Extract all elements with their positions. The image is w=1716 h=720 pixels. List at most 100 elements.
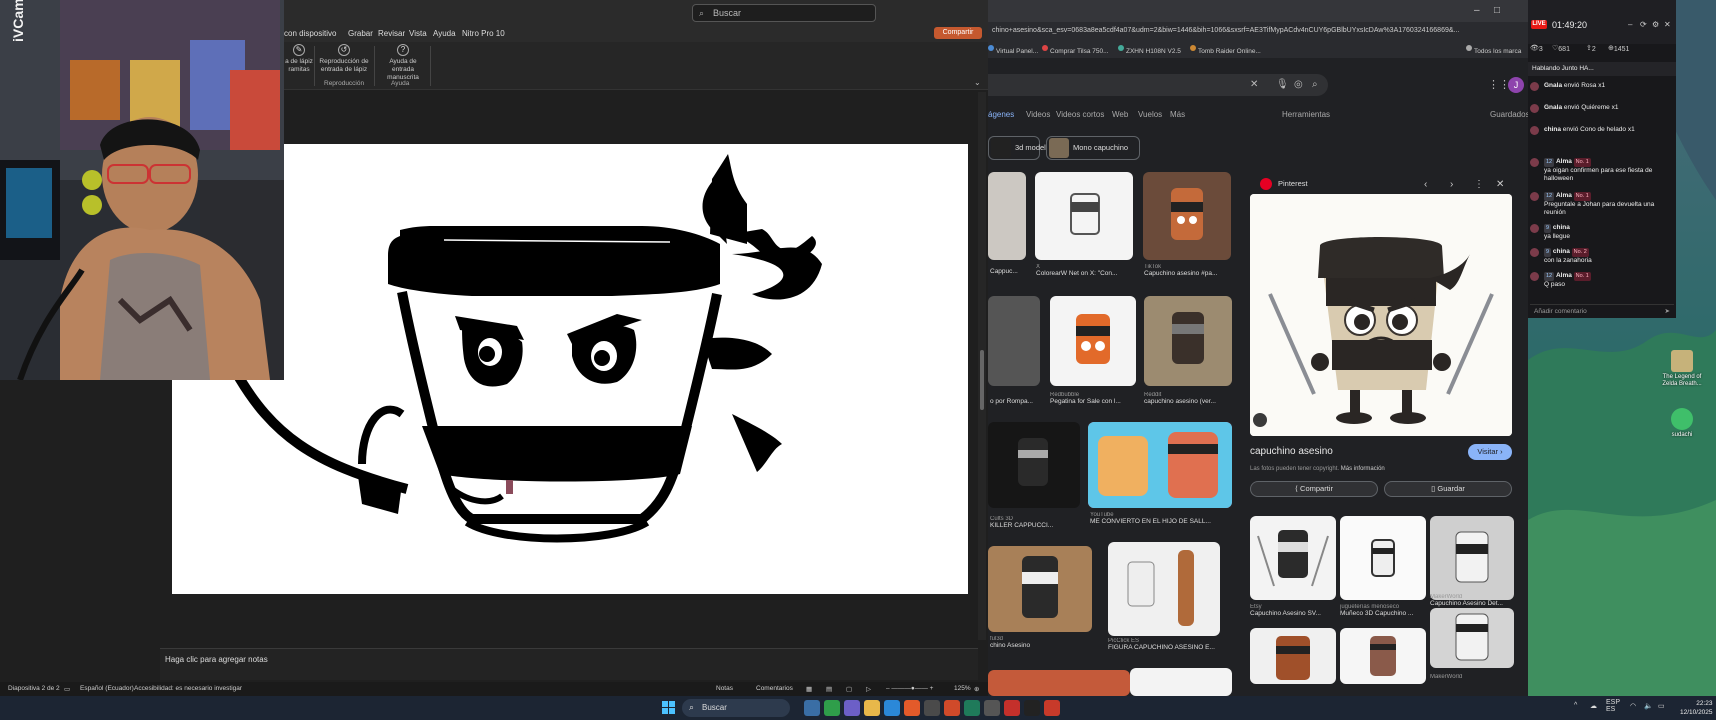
result-caption[interactable]: Redbubble Pegatina for Sale con l... xyxy=(1050,392,1136,405)
chip-mono-capuchino[interactable]: Mono capuchino xyxy=(1046,136,1140,160)
profile-avatar[interactable]: J xyxy=(1508,77,1524,93)
bookmark-item[interactable]: Todos los marca xyxy=(1466,45,1521,55)
preview-image[interactable] xyxy=(1250,194,1512,436)
bookmark-item[interactable]: ZXHN H108N V2.5 xyxy=(1118,45,1181,55)
send-icon[interactable]: ➤ xyxy=(1665,307,1670,315)
chat-username[interactable]: Gnala xyxy=(1544,104,1562,111)
save-button[interactable]: ▯ Guardar xyxy=(1384,481,1512,497)
close-icon[interactable]: ✕ xyxy=(1496,179,1504,190)
related-caption[interactable]: MakerWorld Capuchino Asesino Det... xyxy=(1430,594,1514,607)
related-caption[interactable]: Etsy Capuchino Asesino SV... xyxy=(1250,604,1336,617)
chat-pinned-message[interactable]: Hablando Junto HA... xyxy=(1528,62,1676,76)
normal-view-icon[interactable]: ▦ xyxy=(806,685,812,693)
result-caption[interactable]: TikTok Capuchino asesino #pa... xyxy=(1144,264,1232,277)
result-image[interactable] xyxy=(988,670,1130,696)
tab-videos[interactable]: Videos xyxy=(1026,110,1050,119)
minimize-icon[interactable]: – xyxy=(1628,20,1632,29)
address-bar[interactable]: chino+asesino&sca_esv=0683a8ea5cdf4a07&u… xyxy=(988,22,1528,42)
related-image[interactable] xyxy=(1430,608,1514,668)
desktop-icon-sudachi[interactable]: sudachi xyxy=(1662,408,1702,439)
tools-button[interactable]: Herramientas xyxy=(1282,110,1330,119)
language-status[interactable]: Español (Ecuador) xyxy=(80,685,134,692)
related-image[interactable] xyxy=(1250,628,1336,684)
zoom-slider[interactable]: – ———●—— + xyxy=(886,685,933,692)
notes-pane[interactable]: Haga clic para agregar notas xyxy=(160,648,978,680)
result-image[interactable] xyxy=(1050,296,1136,386)
more-options-icon[interactable]: ⋮ xyxy=(1474,179,1484,190)
office-icon[interactable] xyxy=(904,700,920,716)
chat-username[interactable]: Alma xyxy=(1556,272,1572,279)
language-indicator[interactable]: ESP ES xyxy=(1606,699,1620,713)
related-image[interactable] xyxy=(1340,628,1426,684)
whatsapp-icon[interactable] xyxy=(824,700,840,716)
related-caption[interactable]: MakerWorld xyxy=(1430,674,1514,680)
tray-chevron-icon[interactable]: ^ xyxy=(1574,702,1577,709)
tab-web[interactable]: Web xyxy=(1112,110,1128,119)
related-caption[interactable]: jugueterías menoseco Muñeco 3D Capuchino … xyxy=(1340,604,1426,617)
chevron-right-icon[interactable]: › xyxy=(1450,179,1453,190)
menu-item-nitro[interactable]: Nitro Pro 10 xyxy=(462,29,505,38)
chat-username[interactable]: china xyxy=(1553,248,1570,255)
chat-username[interactable]: Alma xyxy=(1556,158,1572,165)
slide-canvas[interactable] xyxy=(172,134,968,594)
ribbon-ink-replay[interactable]: ↺ Reproducción de entrada de lápiz xyxy=(318,44,370,74)
task-view-icon[interactable] xyxy=(804,700,820,716)
volume-icon[interactable]: 🔈 xyxy=(1644,702,1653,710)
menu-item-dispositivo[interactable]: con dispositivo xyxy=(284,29,336,38)
teams-icon[interactable] xyxy=(844,700,860,716)
app-icon[interactable] xyxy=(984,700,1000,716)
tab-images[interactable]: ágenes xyxy=(988,110,1014,119)
google-search-box[interactable]: ✕ 🎙 ◎ ⌕ xyxy=(988,74,1328,96)
chevron-left-icon[interactable]: ‹ xyxy=(1424,179,1427,190)
saved-button[interactable]: Guardados xyxy=(1490,110,1530,119)
preview-title[interactable]: capuchino asesino xyxy=(1250,446,1333,457)
result-caption[interactable]: X ColorearW Net on X: "Con... xyxy=(1036,264,1134,277)
vertical-scrollbar[interactable] xyxy=(978,92,986,640)
slide-sorter-icon[interactable]: ▤ xyxy=(826,685,832,693)
result-image[interactable] xyxy=(988,172,1026,260)
spellcheck-icon[interactable]: ▭ xyxy=(64,685,70,693)
powerpoint-icon[interactable] xyxy=(1004,700,1020,716)
menu-item-vista[interactable]: Vista xyxy=(409,29,427,38)
result-image[interactable] xyxy=(1108,542,1220,636)
chat-username[interactable]: Gnala xyxy=(1544,82,1562,89)
search-icon[interactable]: ⌕ xyxy=(1312,79,1318,90)
share-button[interactable]: Compartir xyxy=(934,27,982,39)
clear-icon[interactable]: ✕ xyxy=(1250,79,1258,90)
tab-flights[interactable]: Vuelos xyxy=(1138,110,1162,119)
result-image[interactable] xyxy=(1130,668,1232,696)
settings-icon[interactable]: ⚙ xyxy=(1652,20,1659,29)
menu-item-revisar[interactable]: Revisar xyxy=(378,29,405,38)
bookmark-item[interactable]: Tomb Raider Online... xyxy=(1190,45,1261,55)
result-caption[interactable]: Cults 3D KILLER CAPPUCCI... xyxy=(990,516,1082,529)
menu-item-ayuda[interactable]: Ayuda xyxy=(433,29,456,38)
app-icon[interactable] xyxy=(1044,700,1060,716)
comments-toggle[interactable]: Comentarios xyxy=(756,685,793,692)
apps-grid-icon[interactable]: ⋮⋮ xyxy=(1488,78,1510,91)
chat-username[interactable]: Alma xyxy=(1556,192,1572,199)
result-image[interactable] xyxy=(988,296,1040,386)
related-image[interactable] xyxy=(1340,516,1426,600)
slideshow-icon[interactable]: ▷ xyxy=(866,685,871,693)
result-caption[interactable]: YouTube ME CONVIERTO EN EL HIJO DE SALL..… xyxy=(1090,512,1234,525)
desktop-icon-zelda[interactable]: The Legend of Zelda Breath... xyxy=(1662,350,1702,388)
tab-more[interactable]: Más xyxy=(1170,110,1185,119)
chrome-icon[interactable] xyxy=(944,700,960,716)
taskbar-clock[interactable]: 22:23 12/10/2025 xyxy=(1680,699,1713,717)
result-image[interactable] xyxy=(1035,172,1133,260)
chat-username[interactable]: china xyxy=(1553,224,1570,231)
fit-slide-icon[interactable]: ⊕ xyxy=(974,685,979,693)
result-caption[interactable]: PicClick ES FIGURA CAPUCHINO ASESINO E... xyxy=(1108,638,1238,651)
edge-icon[interactable] xyxy=(884,700,900,716)
chevron-down-icon[interactable]: ⌄ xyxy=(974,78,981,87)
reading-view-icon[interactable]: ▢ xyxy=(846,685,852,693)
scrollbar-thumb[interactable] xyxy=(980,350,984,410)
result-caption[interactable]: o por Rompa... xyxy=(990,398,1042,405)
wifi-icon[interactable]: ◠ xyxy=(1630,702,1636,710)
related-image[interactable] xyxy=(1430,516,1514,600)
bookmark-item[interactable]: Comprar Tilsa 750... xyxy=(1042,45,1109,55)
microphone-icon[interactable]: 🎙 xyxy=(1276,79,1289,90)
ribbon-ink-help[interactable]: ? Ayuda de entrada manuscrita xyxy=(378,44,428,82)
battery-icon[interactable]: ▭ xyxy=(1658,702,1665,710)
minimize-icon[interactable]: – xyxy=(1474,5,1480,16)
